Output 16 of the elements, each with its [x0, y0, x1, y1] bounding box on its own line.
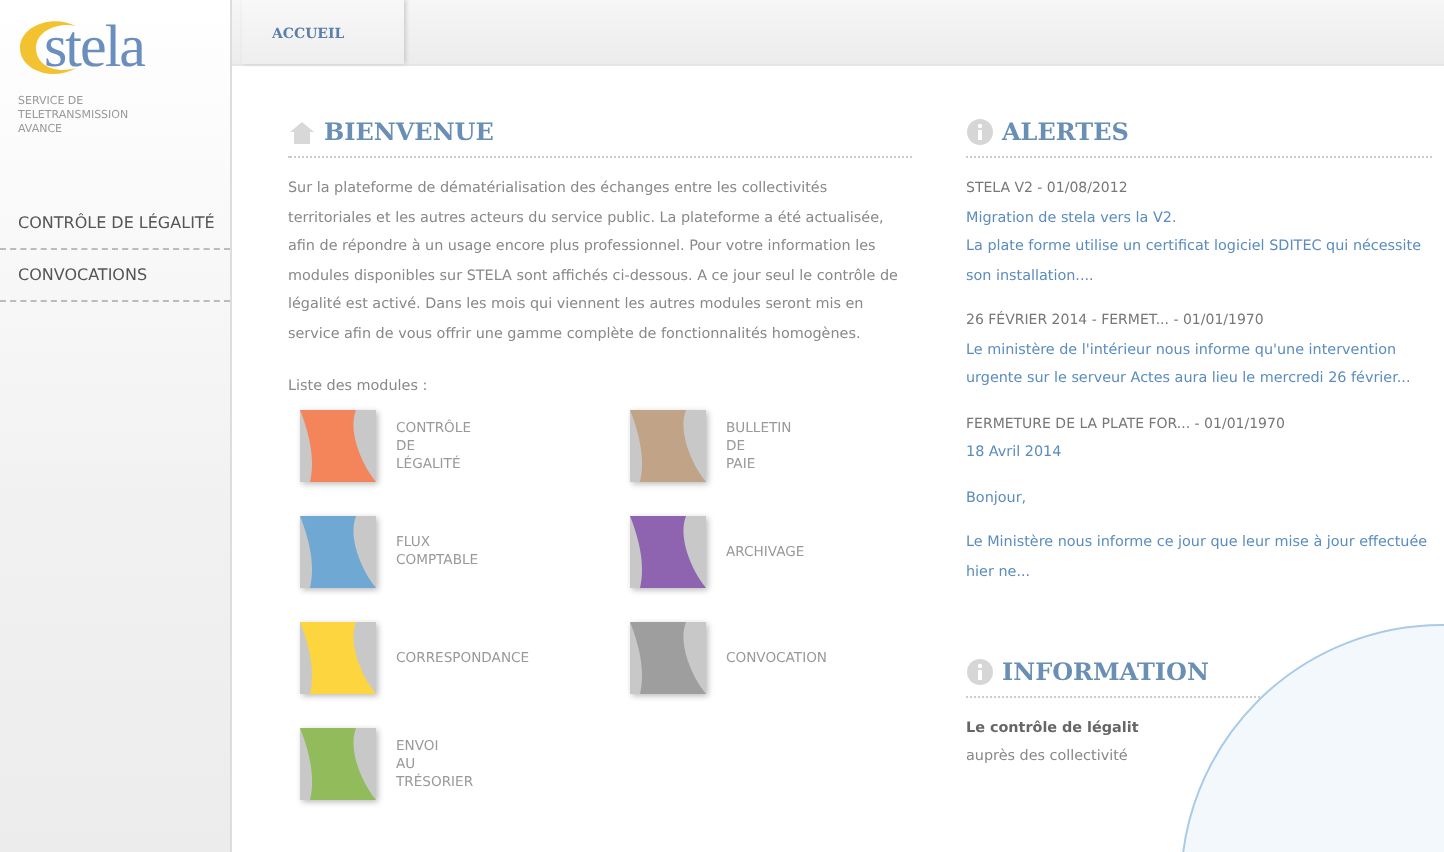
module-icon[interactable] — [630, 410, 706, 482]
heading-text: ALERTES — [1002, 118, 1129, 146]
module-icon[interactable] — [300, 622, 376, 694]
module-icon[interactable] — [630, 516, 706, 588]
module-icon[interactable] — [630, 622, 706, 694]
heading-text: INFORMATION — [1002, 658, 1209, 686]
sidebar-item[interactable]: CONTRÔLE DE LÉGALITÉ — [0, 197, 230, 250]
house-icon — [288, 119, 316, 145]
sidebar-item[interactable]: CONVOCATIONS — [0, 249, 230, 302]
info-icon — [966, 658, 994, 686]
module-icon[interactable] — [300, 516, 376, 588]
module-icon[interactable] — [300, 728, 376, 800]
info-icon — [966, 118, 994, 146]
heading-text: BIENVENUE — [324, 118, 494, 146]
module-icon[interactable] — [300, 410, 376, 482]
logo: stela — [16, 14, 144, 82]
